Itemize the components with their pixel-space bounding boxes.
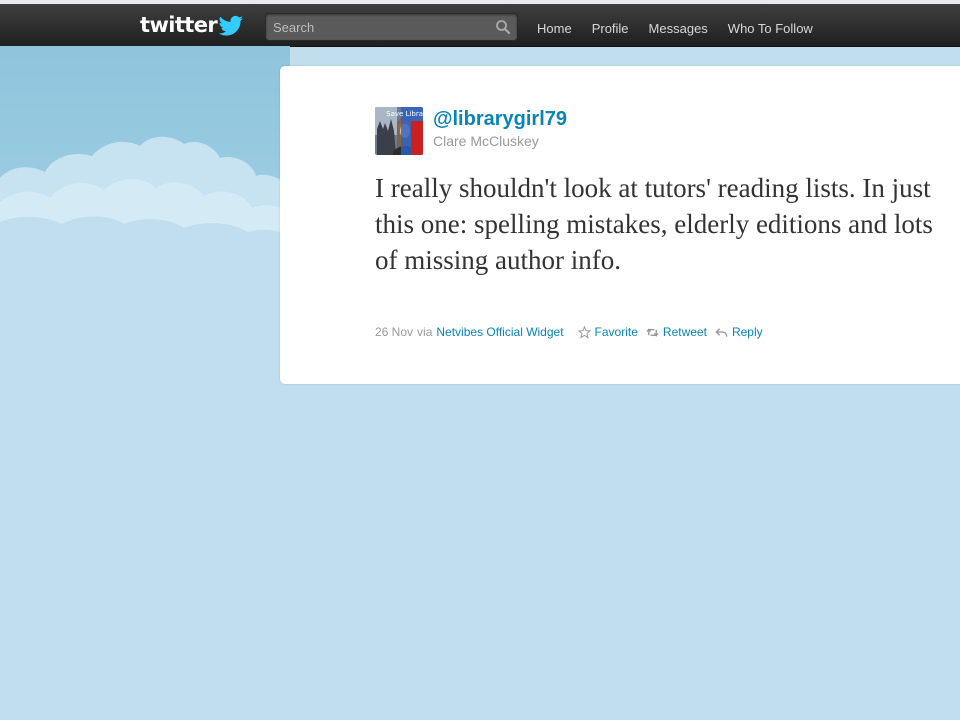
twitter-logo[interactable]: twitter [140,13,244,37]
tweet-source-link[interactable]: Netvibes Official Widget [436,324,563,340]
tweet-full-name: Clare McCluskey [433,133,539,149]
background-clouds [0,46,290,246]
top-nav: Home Profile Messages Who To Follow [527,8,823,50]
favorite-label: Favorite [594,325,638,339]
avatar-overlay-text: Save Libraries [386,110,423,118]
tweet-card: Save Libraries @librarygirl79 Clare McCl… [280,66,960,384]
nav-home[interactable]: Home [527,8,582,50]
reply-icon [715,327,728,337]
reply-label: Reply [731,325,763,339]
nav-messages[interactable]: Messages [639,8,718,50]
nav-who-to-follow[interactable]: Who To Follow [718,8,823,50]
nav-profile[interactable]: Profile [582,8,639,50]
search-icon[interactable] [495,19,511,35]
tweet-date[interactable]: 26 Nov [375,324,413,340]
retweet-label: Retweet [662,325,707,339]
reply-button[interactable]: Reply [715,324,763,340]
star-icon [577,325,591,339]
logo-text: twitter [140,13,218,37]
avatar-image: Save Libraries [375,107,423,155]
avatar[interactable]: Save Libraries [375,107,423,155]
via-label: via [417,325,433,339]
favorite-button[interactable]: Favorite [577,324,638,340]
tweet-text: I really shouldn't look at tutors' readi… [375,173,933,275]
search-input[interactable] [266,14,493,40]
search-box[interactable] [265,13,518,41]
tweet-meta: 26 Nov via Netvibes Official Widget Favo… [375,324,763,340]
retweet-button[interactable]: Retweet [646,324,707,340]
tweet-handle[interactable]: @librarygirl79 [433,107,567,131]
twitter-bird-icon [218,15,244,36]
top-bar: twitter Home Profile Messages Who To Fol… [0,4,960,47]
retweet-icon [646,327,659,337]
